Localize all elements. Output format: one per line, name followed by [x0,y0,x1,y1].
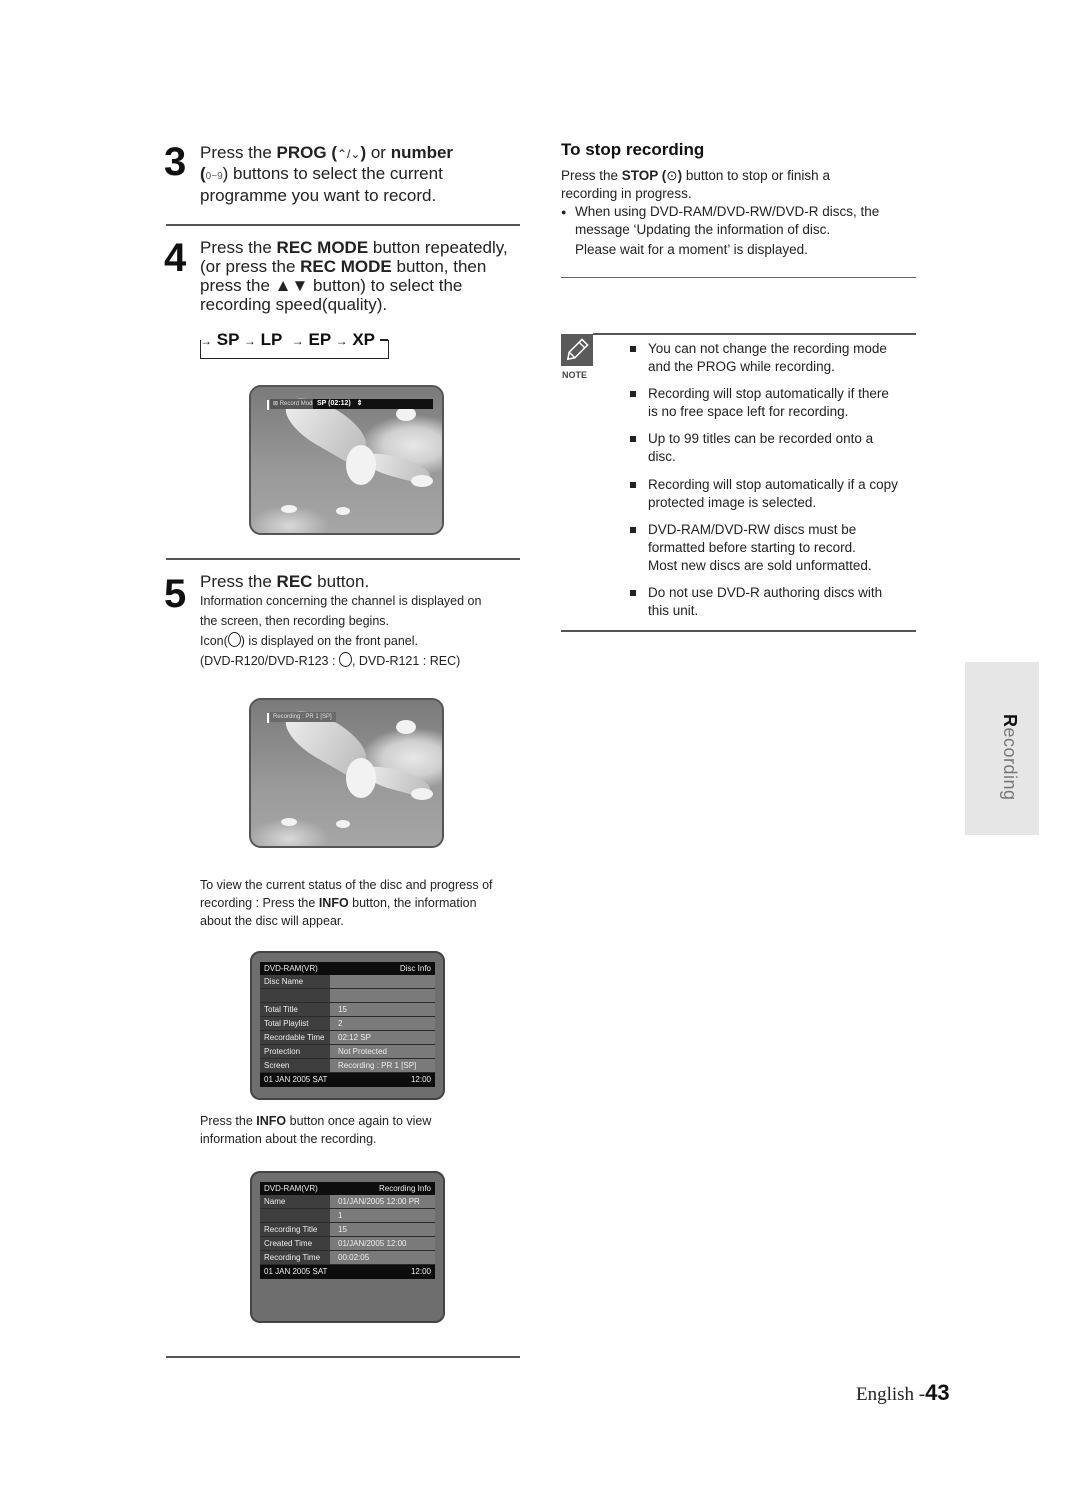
bullet-square-icon [630,527,636,533]
record-mode-value: SP (02:12) ⇕ [313,399,433,409]
record-circle-icon [227,632,241,647]
record-circle-icon [338,652,352,667]
page-footer: English -43 [856,1380,950,1405]
bullet-square-icon [630,482,636,488]
step-3-text: Press the PROG (⌃/⌄) or number (0~9) but… [200,143,530,205]
note-pencil-icon [561,334,593,366]
note-item: You can not change the recording mode and… [648,341,887,374]
bullet-icon: ● [561,207,567,217]
note-item: Recording will stop automatically if the… [648,386,889,419]
table-row: Name 01/JAN/2005 12:00 PR [260,1195,435,1209]
bullet-square-icon [630,590,636,596]
note-item: Recording will stop automatically if a c… [648,477,898,510]
note-item: Up to 99 titles can be recorded onto a di… [648,431,874,464]
table-row: Disc Name [260,975,435,989]
info-paragraph: To view the current status of the disc a… [200,878,493,928]
table-row: Screen Recording : PR 1 [SP] [260,1059,435,1073]
table-row: Protection Not Protected [260,1045,435,1059]
divider [166,224,520,226]
recording-status-label: Recording : PR 1 [SP] [270,712,336,722]
record-mode-label: ⊠ Record Mode [270,399,319,409]
step-3-line-1: Press the PROG (⌃/⌄) or number [200,143,454,162]
bullet-square-icon [630,346,636,352]
table-row: 1 [260,1209,435,1223]
disc-info-header: DVD-RAM(VR) Disc Info [260,962,435,975]
divider [166,558,520,560]
table-row [260,989,435,1003]
recording-info-footer: 01 JAN 2005 SAT 12:00 [260,1265,435,1279]
stop-section-title: To stop recording [561,140,705,159]
step-4-text: Press the REC MODE button repeatedly, (o… [200,238,508,314]
number-buttons-icon: 0~9 [205,171,223,182]
divider [166,1356,520,1358]
divider [561,277,916,278]
tv-screen-record-mode: ⊠ Record Mode SP (02:12) ⇕ [249,385,444,535]
table-row: Created Time 01/JAN/2005 12:00 [260,1237,435,1251]
table-row: Recording Title 15 [260,1223,435,1237]
record-mode-icon: ⊠ [273,401,279,407]
disc-info-footer: 01 JAN 2005 SAT 12:00 [260,1073,435,1087]
step-3-line-3: programme you want to record. [200,186,437,205]
up-down-arrows-icon: ▲▼ [274,276,309,295]
info-again-paragraph: Press the INFO button once again to view… [200,1114,432,1146]
disc-info-panel: DVD-RAM(VR) Disc Info Disc Name Total Tit… [250,951,445,1100]
table-row: Recordable Time 02:12 SP [260,1031,435,1045]
stop-section-text: Press the STOP (⊙) button to stop or fin… [561,168,830,201]
tv-screen-recording: Recording : PR 1 [SP] [249,698,444,848]
note-top-rule [593,333,916,335]
divider [561,630,916,632]
cycle-loop-line [200,340,389,359]
section-tab-label: Recording [1000,714,1020,801]
prog-up-down-icon: ⌃/⌄ [337,147,361,161]
table-row: Total Playlist 2 [260,1017,435,1031]
note-item: DVD-RAM/DVD-RW discs must be formatted be… [648,522,872,573]
up-down-icon: ⇕ [356,400,363,407]
note-item: Do not use DVD-R authoring discs with thi… [648,585,883,618]
table-row: Total Title 15 [260,1003,435,1017]
step-5-text: Press the REC button. Information concer… [200,572,482,668]
note-label: NOTE [562,370,588,380]
step-5-number: 5 [164,572,187,616]
recording-info-header: DVD-RAM(VR) Recording Info [260,1182,435,1195]
bullet-square-icon [630,436,636,442]
stop-button-icon: ⊙ [666,168,678,183]
stop-bullet: ● When using DVD-RAM/DVD-RW/DVD-R discs,… [561,204,880,257]
step-3-line-2: (0~9) buttons to select the current [200,164,443,183]
recording-info-panel: DVD-RAM(VR) Recording Info Name 01/JAN/200… [250,1171,445,1323]
step-4-number: 4 [164,236,187,280]
table-row: Recording Time 00:02:05 [260,1251,435,1265]
page-number: 43 [925,1380,950,1405]
bullet-square-icon [630,391,636,397]
step-3-number: 3 [164,140,187,184]
